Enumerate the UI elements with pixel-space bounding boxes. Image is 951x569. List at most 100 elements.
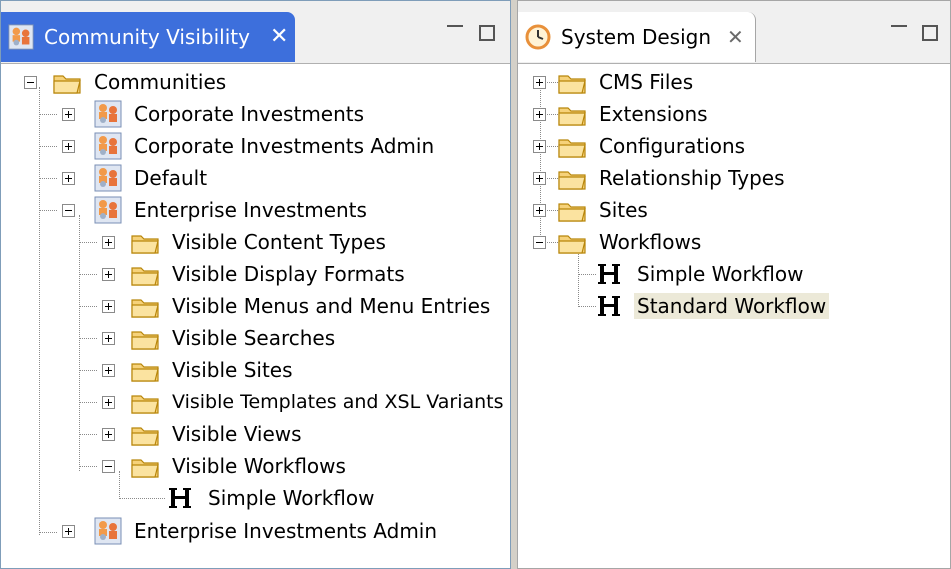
community-icon xyxy=(93,517,123,545)
tree-item-folder[interactable]: Visible Menus and Menu Entries xyxy=(131,291,493,321)
tab-label: Community Visibility xyxy=(44,25,250,49)
minimize-button[interactable] xyxy=(891,25,907,31)
workflow-icon xyxy=(596,292,626,320)
folder-icon xyxy=(558,164,588,192)
close-icon[interactable]: ✕ xyxy=(727,27,744,47)
tree-item-folder[interactable]: CMS Files xyxy=(558,67,696,97)
community-icon xyxy=(93,164,123,192)
tree-item-label: Standard Workflow xyxy=(634,293,830,319)
tree-item-folder[interactable]: Extensions xyxy=(558,99,711,129)
tree-item-folder[interactable]: Sites xyxy=(558,195,651,225)
tree-item-label: Relationship Types xyxy=(599,166,785,190)
expand-toggle[interactable] xyxy=(102,396,115,409)
tree-item-label: Visible Display Formats xyxy=(172,262,405,286)
expand-toggle[interactable] xyxy=(62,140,75,153)
tree-item-label: Default xyxy=(134,166,208,190)
expand-toggle[interactable] xyxy=(102,236,115,249)
tree-item-communities[interactable]: Communities xyxy=(53,67,229,97)
expand-toggle[interactable] xyxy=(533,204,546,217)
expand-toggle[interactable] xyxy=(102,428,115,441)
system-design-view: System Design ✕ CMS Files Extensions Con… xyxy=(517,0,951,569)
tree-item-workflow[interactable]: Simple Workflow xyxy=(167,483,377,513)
expand-toggle[interactable] xyxy=(533,108,546,121)
tree-item-label: Visible Workflows xyxy=(172,454,346,478)
tree-item-folder[interactable]: Visible Templates and XSL Variants xyxy=(131,387,507,417)
left-tab-bar: Community Visibility ✕ xyxy=(1,1,510,64)
tree-item-community[interactable]: Default xyxy=(93,163,210,193)
maximize-button[interactable] xyxy=(922,25,938,41)
tree-item-label: CMS Files xyxy=(599,70,694,94)
folder-icon xyxy=(131,292,161,320)
folder-icon xyxy=(558,100,588,128)
minimize-button[interactable] xyxy=(447,25,463,31)
tree-item-label: Sites xyxy=(599,198,648,222)
tree-item-folder[interactable]: Visible Sites xyxy=(131,355,296,385)
tree-item-community[interactable]: Enterprise Investments Admin xyxy=(93,516,440,546)
tree-item-folder[interactable]: Visible Content Types xyxy=(131,227,389,257)
tree-item-folder[interactable]: Relationship Types xyxy=(558,163,788,193)
maximize-button[interactable] xyxy=(479,25,495,41)
tree-item-folder[interactable]: Visible Searches xyxy=(131,323,338,353)
tree-item-label: Enterprise Investments Admin xyxy=(134,519,438,543)
tree-item-label: Visible Menus and Menu Entries xyxy=(172,294,491,318)
tab-system-design[interactable]: System Design ✕ xyxy=(518,12,756,62)
community-icon xyxy=(7,23,35,51)
tree-item-folder[interactable]: Visible Workflows xyxy=(131,451,349,481)
expand-toggle[interactable] xyxy=(533,140,546,153)
tree-item-community[interactable]: Enterprise Investments xyxy=(93,195,370,225)
community-icon xyxy=(93,196,123,224)
folder-icon xyxy=(558,196,588,224)
tree-item-label: Workflows xyxy=(599,230,702,254)
tree-item-label: Simple Workflow xyxy=(637,262,804,286)
folder-icon xyxy=(131,228,161,256)
tree-item-community[interactable]: Corporate Investments Admin xyxy=(93,131,437,161)
folder-icon xyxy=(131,356,161,384)
tab-community-visibility[interactable]: Community Visibility ✕ xyxy=(1,12,295,62)
expand-toggle[interactable] xyxy=(62,172,75,185)
tree-item-label: Corporate Investments xyxy=(134,102,365,126)
right-tab-bar: System Design ✕ xyxy=(518,1,950,64)
collapse-toggle[interactable] xyxy=(102,460,115,473)
tree-item-label: Visible Sites xyxy=(172,358,293,382)
tree-item-folder[interactable]: Configurations xyxy=(558,131,748,161)
tree-item-community[interactable]: Corporate Investments xyxy=(93,99,367,129)
tree-item-label: Configurations xyxy=(599,134,746,158)
folder-icon xyxy=(131,324,161,352)
expand-toggle[interactable] xyxy=(102,300,115,313)
folder-icon xyxy=(558,228,588,256)
tree-item-workflow[interactable]: Simple Workflow xyxy=(596,259,806,289)
expand-toggle[interactable] xyxy=(102,268,115,281)
folder-icon xyxy=(558,68,588,96)
system-design-tree: CMS Files Extensions Configurations Rela… xyxy=(518,63,950,568)
tree-item-label: Visible Views xyxy=(172,422,302,446)
clock-icon xyxy=(525,24,551,50)
tree-item-label: Enterprise Investments xyxy=(134,198,367,222)
tree-item-folder[interactable]: Visible Views xyxy=(131,419,305,449)
tree-item-workflow[interactable]: Standard Workflow xyxy=(596,291,830,321)
collapse-communities-toggle[interactable] xyxy=(24,76,37,89)
workflow-icon xyxy=(596,260,626,288)
folder-icon xyxy=(131,420,161,448)
expand-toggle[interactable] xyxy=(62,525,75,538)
community-tree: Communities Corporate Investments Corpor… xyxy=(1,63,510,568)
tree-item-label: Communities xyxy=(94,70,227,94)
tree-item-label: Visible Templates and XSL Variants xyxy=(172,391,504,413)
folder-icon xyxy=(131,452,161,480)
close-icon[interactable]: ✕ xyxy=(270,26,288,48)
collapse-toggle[interactable] xyxy=(62,204,75,217)
tab-label: System Design xyxy=(561,25,711,49)
tree-item-label: Visible Searches xyxy=(172,326,336,350)
tree-item-label: Corporate Investments Admin xyxy=(134,134,435,158)
community-visibility-view: Community Visibility ✕ Communities Corpo… xyxy=(0,0,511,569)
tree-item-label: Simple Workflow xyxy=(208,486,375,510)
expand-toggle[interactable] xyxy=(62,108,75,121)
tree-item-folder[interactable]: Workflows xyxy=(558,227,704,257)
community-icon xyxy=(93,132,123,160)
expand-toggle[interactable] xyxy=(102,332,115,345)
expand-toggle[interactable] xyxy=(533,172,546,185)
tree-item-folder[interactable]: Visible Display Formats xyxy=(131,259,408,289)
expand-toggle[interactable] xyxy=(102,364,115,377)
expand-toggle[interactable] xyxy=(533,76,546,89)
workflow-icon xyxy=(167,484,197,512)
collapse-toggle[interactable] xyxy=(533,236,546,249)
